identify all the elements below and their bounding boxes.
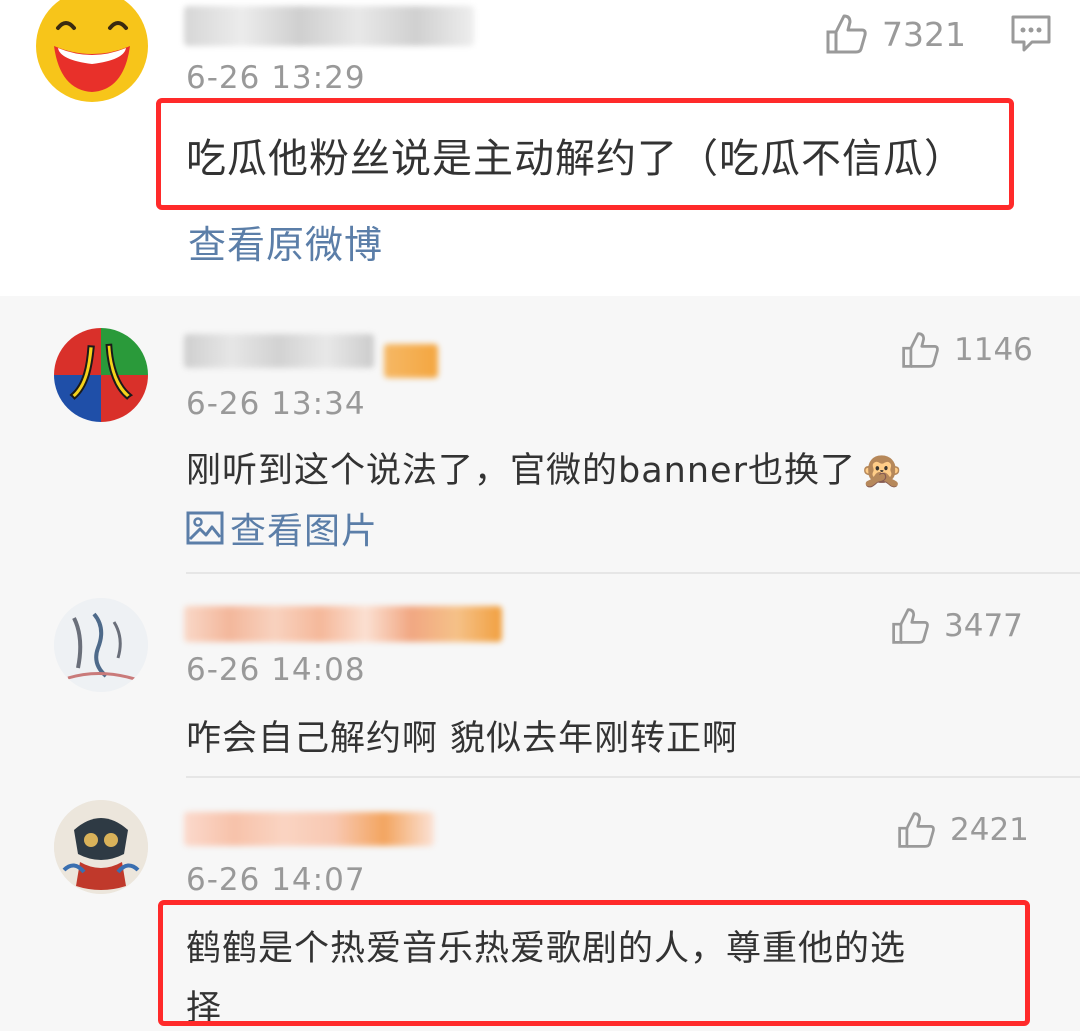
divider: [186, 776, 1080, 778]
thumbs-up-icon: [898, 812, 935, 848]
username-blurred[interactable]: [184, 812, 434, 846]
main-comment: 6-26 13:29 7321 吃瓜他粉丝说是主动解约了（吃瓜不信瓜） 查看原微…: [0, 0, 1080, 296]
reply-time: 6-26 13:34: [186, 386, 366, 422]
avatar-glyph: 八: [69, 336, 133, 410]
reply-text-body: 刚听到这个说法了，官微的banner也换了: [186, 451, 856, 491]
username-blurred[interactable]: [184, 334, 374, 368]
like-button[interactable]: 3477: [890, 606, 1023, 646]
badge-blurred: [384, 344, 438, 378]
username-blurred[interactable]: [184, 606, 502, 642]
replies-section: 八 6-26 13:34 1146 刚听到这个说法了，官微的banner也换了 🙊…: [0, 296, 1080, 1031]
like-button[interactable]: 7321: [824, 12, 966, 56]
user-avatar[interactable]: 八: [54, 328, 148, 422]
view-original-weibo-link[interactable]: 查看原微博: [188, 214, 383, 269]
view-image-label: 查看图片: [230, 511, 379, 552]
reply-text: 咋会自己解约啊 貌似去年刚转正啊: [186, 719, 739, 759]
user-avatar-smiley[interactable]: [36, 0, 148, 102]
user-avatar[interactable]: [54, 800, 148, 894]
like-count: 2421: [950, 812, 1029, 848]
like-count: 7321: [882, 14, 966, 54]
user-avatar[interactable]: [54, 598, 148, 692]
view-image-link[interactable]: 查看图片: [186, 502, 378, 554]
reply-text: 刚听到这个说法了，官微的banner也换了 🙊: [186, 442, 905, 493]
like-button[interactable]: 1146: [900, 330, 1033, 370]
thumbs-up-icon: [826, 14, 867, 54]
reply-time: 6-26 14:08: [186, 652, 366, 688]
highlight-box: [156, 98, 1014, 210]
reply-comment-icon[interactable]: [1010, 14, 1052, 54]
like-count: 3477: [944, 608, 1023, 644]
like-count: 1146: [954, 332, 1033, 368]
image-icon: [186, 511, 224, 545]
monkey-emoji: 🙊: [859, 451, 905, 491]
divider: [186, 572, 1080, 574]
reply-time: 6-26 14:07: [186, 862, 366, 898]
thumbs-up-icon: [902, 332, 939, 368]
thumbs-up-icon: [892, 608, 929, 644]
username-blurred[interactable]: [184, 6, 474, 46]
like-button[interactable]: 2421: [896, 810, 1029, 850]
highlight-box: [158, 900, 1030, 1026]
comment-time: 6-26 13:29: [186, 60, 366, 96]
